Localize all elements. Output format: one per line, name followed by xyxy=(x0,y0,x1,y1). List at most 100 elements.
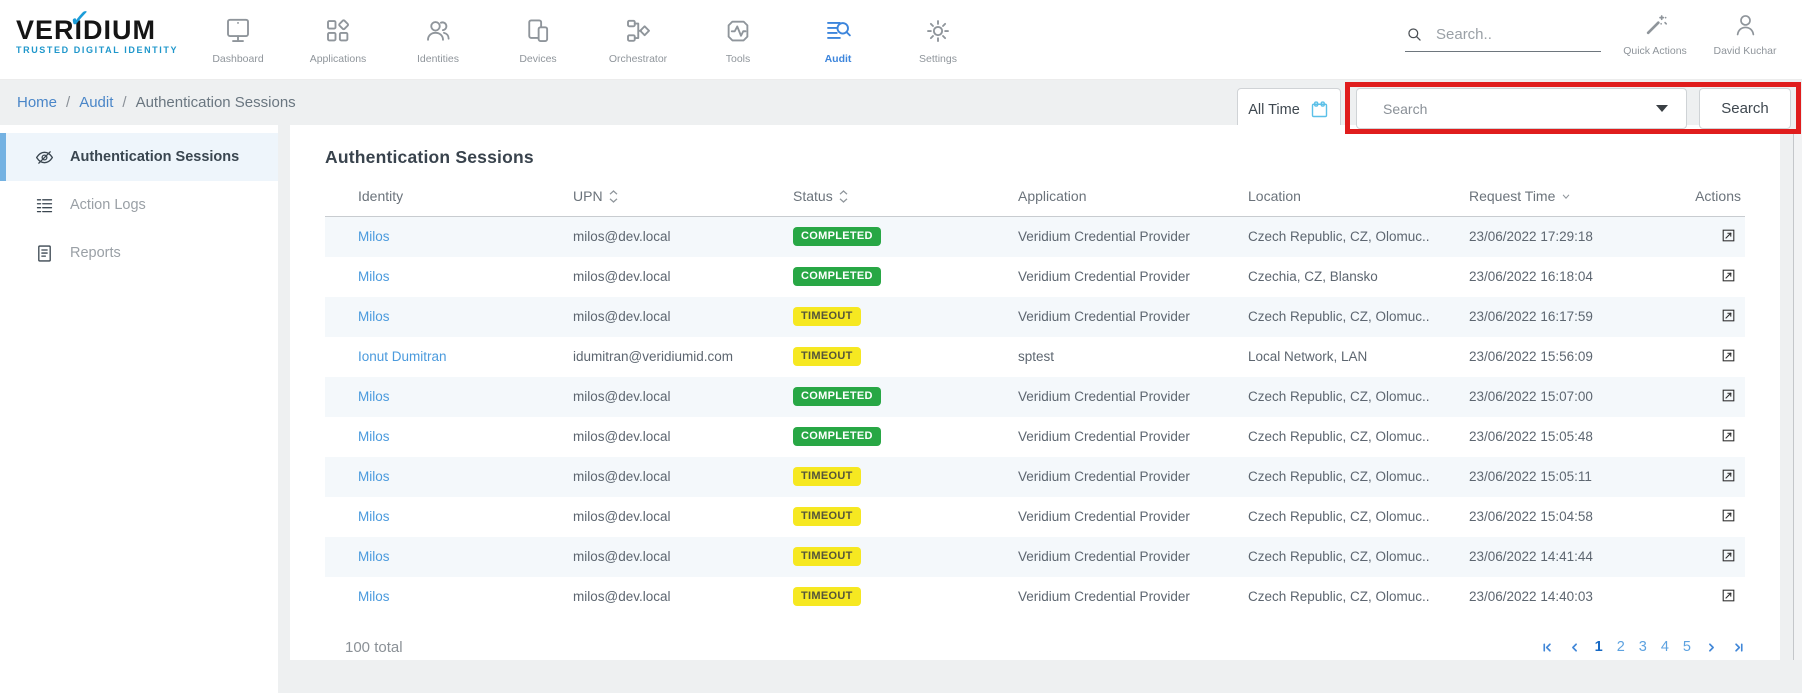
calendar-icon xyxy=(1309,99,1330,120)
application-cell: Veridium Credential Provider xyxy=(985,257,1215,297)
sort-icon xyxy=(609,190,618,203)
application-cell: Veridium Credential Provider xyxy=(985,577,1215,617)
identity-link[interactable]: Milos xyxy=(358,309,390,324)
breadcrumb-item-home[interactable]: Home xyxy=(17,94,57,111)
request-time-cell: 23/06/2022 14:40:03 xyxy=(1436,577,1665,617)
sidebar-item-action-logs[interactable]: Action Logs xyxy=(0,181,278,229)
logo-checkmark-icon: ✓ xyxy=(68,4,92,32)
pagination-pages: 12345 xyxy=(1595,639,1691,655)
nav-item-applications[interactable]: Applications xyxy=(288,0,388,80)
status-badge: TIMEOUT xyxy=(793,587,861,606)
open-session-button[interactable] xyxy=(1720,347,1737,364)
identity-link[interactable]: Ionut Dumitran xyxy=(358,349,447,364)
request-time-cell: 23/06/2022 15:05:11 xyxy=(1436,457,1665,497)
column-header-location: Location xyxy=(1215,174,1436,217)
location-cell: Czech Republic, CZ, Olomuc.. xyxy=(1215,377,1436,417)
upn-cell: milos@dev.local xyxy=(540,257,760,297)
open-session-button[interactable] xyxy=(1720,307,1737,324)
pagination-last-button[interactable] xyxy=(1732,641,1745,654)
scrollbar[interactable] xyxy=(1793,133,1802,660)
chevron-down-icon xyxy=(1656,105,1668,112)
column-header-status[interactable]: Status xyxy=(760,174,985,217)
sidebar-item-label: Reports xyxy=(70,245,121,261)
status-badge: TIMEOUT xyxy=(793,547,861,566)
page-title: Authentication Sessions xyxy=(325,147,1745,168)
nav-item-identities[interactable]: Identities xyxy=(388,0,488,80)
external-link-icon xyxy=(1720,347,1737,364)
application-cell: Veridium Credential Provider xyxy=(985,217,1215,257)
pagination-page-1[interactable]: 1 xyxy=(1595,639,1603,655)
open-session-button[interactable] xyxy=(1720,227,1737,244)
nav-item-tools[interactable]: Tools xyxy=(688,0,788,80)
external-link-icon xyxy=(1720,387,1737,404)
monitor-icon xyxy=(223,16,253,46)
nav-item-label: Audit xyxy=(825,53,852,65)
open-session-button[interactable] xyxy=(1720,547,1737,564)
identity-link[interactable]: Milos xyxy=(358,429,390,444)
identity-link[interactable]: Milos xyxy=(358,269,390,284)
nav-item-audit[interactable]: Audit xyxy=(788,0,888,80)
identity-link[interactable]: Milos xyxy=(358,389,390,404)
sidebar-item-authentication-sessions[interactable]: Authentication Sessions xyxy=(0,133,278,181)
user-menu-button[interactable]: David Kuchar xyxy=(1703,12,1787,57)
identity-link[interactable]: Milos xyxy=(358,509,390,524)
request-time-cell: 23/06/2022 15:07:00 xyxy=(1436,377,1665,417)
nav-item-label: Applications xyxy=(310,53,367,65)
open-session-button[interactable] xyxy=(1720,427,1737,444)
pagination-page-5[interactable]: 5 xyxy=(1683,639,1691,655)
search-filter-dropdown[interactable]: Search xyxy=(1356,88,1687,129)
external-link-icon xyxy=(1720,267,1737,284)
nav-item-label: Tools xyxy=(726,53,751,65)
status-badge: TIMEOUT xyxy=(793,347,861,366)
open-session-button[interactable] xyxy=(1720,587,1737,604)
open-session-button[interactable] xyxy=(1720,507,1737,524)
pagination-next-button[interactable] xyxy=(1705,641,1718,654)
location-cell: Czech Republic, CZ, Olomuc.. xyxy=(1215,537,1436,577)
total-count-label: 100 total xyxy=(325,639,403,656)
pagination-page-2[interactable]: 2 xyxy=(1617,639,1625,655)
column-header-upn[interactable]: UPN xyxy=(540,174,760,217)
upn-cell: milos@dev.local xyxy=(540,497,760,537)
open-session-button[interactable] xyxy=(1720,387,1737,404)
global-search-input[interactable] xyxy=(1436,26,1586,43)
table-footer: 100 total 12345 xyxy=(325,639,1745,656)
pagination-page-4[interactable]: 4 xyxy=(1661,639,1669,655)
logo-wordmark: VERIDIUM ✓ xyxy=(16,16,176,44)
pagination-page-3[interactable]: 3 xyxy=(1639,639,1647,655)
pagination: 12345 xyxy=(1541,639,1745,655)
identity-link[interactable]: Milos xyxy=(358,469,390,484)
quick-actions-button[interactable]: Quick Actions xyxy=(1613,12,1697,57)
search-button[interactable]: Search xyxy=(1699,88,1791,129)
identity-link[interactable]: Milos xyxy=(358,589,390,604)
pagination-prev-button[interactable] xyxy=(1568,641,1581,654)
pagination-first-button[interactable] xyxy=(1541,641,1554,654)
external-link-icon xyxy=(1720,507,1737,524)
table-header-row: IdentityUPNStatusApplicationLocationRequ… xyxy=(325,174,1745,217)
table-row: Milosmilos@dev.localTIMEOUTVeridium Cred… xyxy=(325,497,1745,537)
sidebar-item-label: Authentication Sessions xyxy=(70,149,239,165)
nav-item-devices[interactable]: Devices xyxy=(488,0,588,80)
sort-icon xyxy=(839,190,848,203)
identity-link[interactable]: Milos xyxy=(358,229,390,244)
location-cell: Czech Republic, CZ, Olomuc.. xyxy=(1215,417,1436,457)
nav-item-label: Orchestrator xyxy=(609,53,667,65)
sidebar-item-reports[interactable]: Reports xyxy=(0,229,278,277)
breadcrumb-separator: / xyxy=(66,94,70,111)
breadcrumb-item-audit[interactable]: Audit xyxy=(79,94,113,111)
nav-item-settings[interactable]: Settings xyxy=(888,0,988,80)
main-panel: Authentication Sessions IdentityUPNStatu… xyxy=(290,125,1780,660)
upn-cell: milos@dev.local xyxy=(540,417,760,457)
eye-slash-icon xyxy=(34,147,55,168)
open-session-button[interactable] xyxy=(1720,467,1737,484)
veridium-logo[interactable]: VERIDIUM ✓ TRUSTED DIGITAL IDENTITY xyxy=(16,16,176,55)
open-session-button[interactable] xyxy=(1720,267,1737,284)
location-cell: Czech Republic, CZ, Olomuc.. xyxy=(1215,297,1436,337)
identity-link[interactable]: Milos xyxy=(358,549,390,564)
topbar: VERIDIUM ✓ TRUSTED DIGITAL IDENTITY Dash… xyxy=(0,0,1802,80)
location-cell: Czech Republic, CZ, Olomuc.. xyxy=(1215,497,1436,537)
table-row: Milosmilos@dev.localCOMPLETEDVeridium Cr… xyxy=(325,257,1745,297)
nav-item-orchestrator[interactable]: Orchestrator xyxy=(588,0,688,80)
column-header-request-time[interactable]: Request Time xyxy=(1436,174,1665,217)
nav-item-dashboard[interactable]: Dashboard xyxy=(188,0,288,80)
location-cell: Czech Republic, CZ, Olomuc.. xyxy=(1215,457,1436,497)
